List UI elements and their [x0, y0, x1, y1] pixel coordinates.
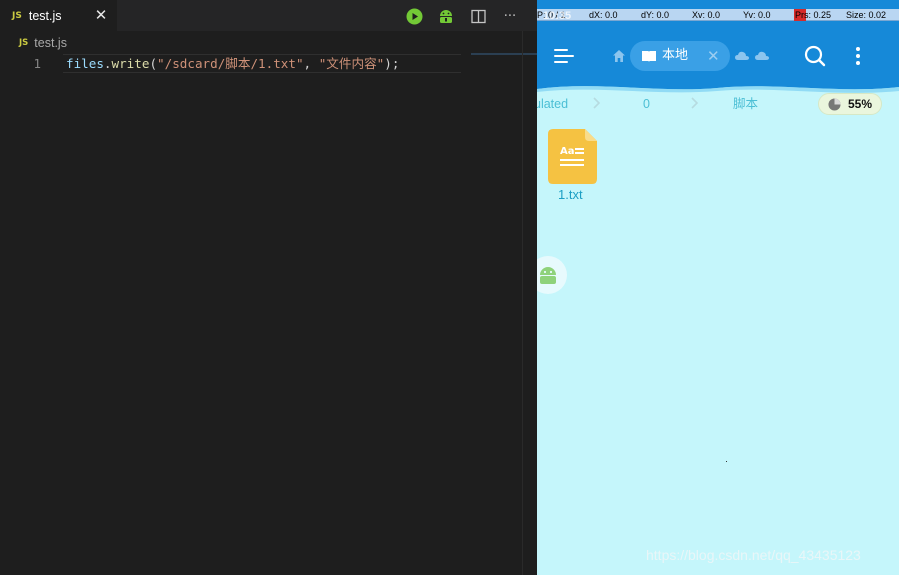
pointer-pressure: Prs: 0.25: [795, 10, 832, 20]
pointer-size: Size: 0.02: [846, 10, 887, 20]
code-token-open-paren: (: [149, 56, 158, 71]
storage-location-chip[interactable]: 本地 ✕: [630, 41, 730, 71]
code-token-path-string: "/sdcard/脚本/1.txt": [157, 56, 304, 71]
android-icon: [540, 267, 556, 284]
path-item-emulated[interactable]: ulated: [537, 97, 568, 112]
watermark: https://blog.csdn.net/qq_43435123: [646, 547, 861, 563]
line-number: 1: [33, 56, 41, 71]
book-icon: [642, 51, 656, 62]
pointer-dx: dX: 0.0: [589, 10, 618, 20]
floating-action-button[interactable]: [537, 256, 567, 294]
code-token-dot: .: [103, 56, 112, 71]
phone-screen: P: 0 / 1 dX: 0.0 dY: 0.0 Xv: 0.0 Yv: 0.0…: [537, 0, 899, 575]
chevron-right-icon: [593, 97, 601, 109]
cloud-icon[interactable]: [755, 51, 769, 61]
close-icon[interactable]: ✕: [707, 47, 720, 65]
android-icon: [440, 10, 452, 23]
code-token-close: );: [384, 56, 400, 71]
touch-point-marker: [726, 461, 727, 462]
text-file-icon: Aa: [548, 129, 597, 184]
chip-label: 本地: [662, 48, 689, 63]
code-token-content-string: "文件内容": [318, 56, 385, 71]
javascript-file-icon: JS: [19, 38, 29, 48]
drawer-menu-button[interactable]: [554, 46, 576, 66]
split-editor-icon: [470, 9, 486, 23]
play-circle-icon: [406, 8, 422, 24]
search-icon[interactable]: [804, 45, 826, 67]
tab-label: test.js: [28, 8, 62, 23]
pie-chart-icon: [828, 98, 841, 111]
storage-usage-badge[interactable]: 55%: [818, 93, 882, 115]
home-icon[interactable]: [612, 49, 626, 63]
menu-icon-bar: [554, 61, 568, 63]
more-dot: [856, 61, 860, 65]
chevron-right-icon: [691, 97, 699, 109]
code-line-1[interactable]: files.write("/sdcard/脚本/1.txt", "文件内容");: [66, 55, 399, 73]
path-item-0[interactable]: 0: [643, 97, 650, 112]
run-button[interactable]: [404, 6, 424, 26]
pointer-xv: Xv: 0.0: [692, 10, 721, 20]
editor-scroll-shadow: [471, 53, 537, 55]
split-editor-button[interactable]: [468, 6, 488, 26]
code-editor-pane: JS test.js ✕ ··· JS test.js 1 files.writ…: [0, 0, 537, 575]
minimap-divider: [522, 31, 523, 575]
code-token-method: write: [111, 56, 150, 71]
path-item-scripts[interactable]: 脚本: [733, 97, 758, 112]
pointer-yv: Yv: 0.0: [743, 10, 771, 20]
code-token-comma: ,: [303, 56, 319, 71]
editor-tab-bar: JS test.js ✕ ···: [0, 0, 537, 31]
more-dot: [856, 47, 860, 51]
file-icon-text: Aa: [560, 146, 575, 157]
pointer-dy: dY: 0.0: [641, 10, 670, 20]
javascript-file-icon: JS: [12, 10, 22, 21]
close-tab-icon[interactable]: ✕: [92, 6, 110, 24]
file-name: 1.txt: [558, 187, 583, 202]
storage-percent: 55%: [848, 97, 873, 111]
breadcrumb-file[interactable]: test.js: [34, 36, 67, 50]
menu-icon-bar: [554, 49, 568, 51]
breadcrumb: JS test.js: [0, 33, 67, 53]
cloud-icon[interactable]: [735, 51, 749, 61]
run-on-device-button[interactable]: [436, 6, 456, 26]
more-vertical-icon[interactable]: [853, 45, 863, 67]
editor-tab-test-js[interactable]: JS test.js ✕: [0, 0, 117, 31]
more-dot: [856, 54, 860, 58]
more-actions-button[interactable]: ···: [500, 6, 520, 26]
code-token-object: files: [66, 56, 104, 71]
status-clock: 10:35: [543, 10, 572, 22]
menu-icon-bar: [554, 55, 574, 57]
